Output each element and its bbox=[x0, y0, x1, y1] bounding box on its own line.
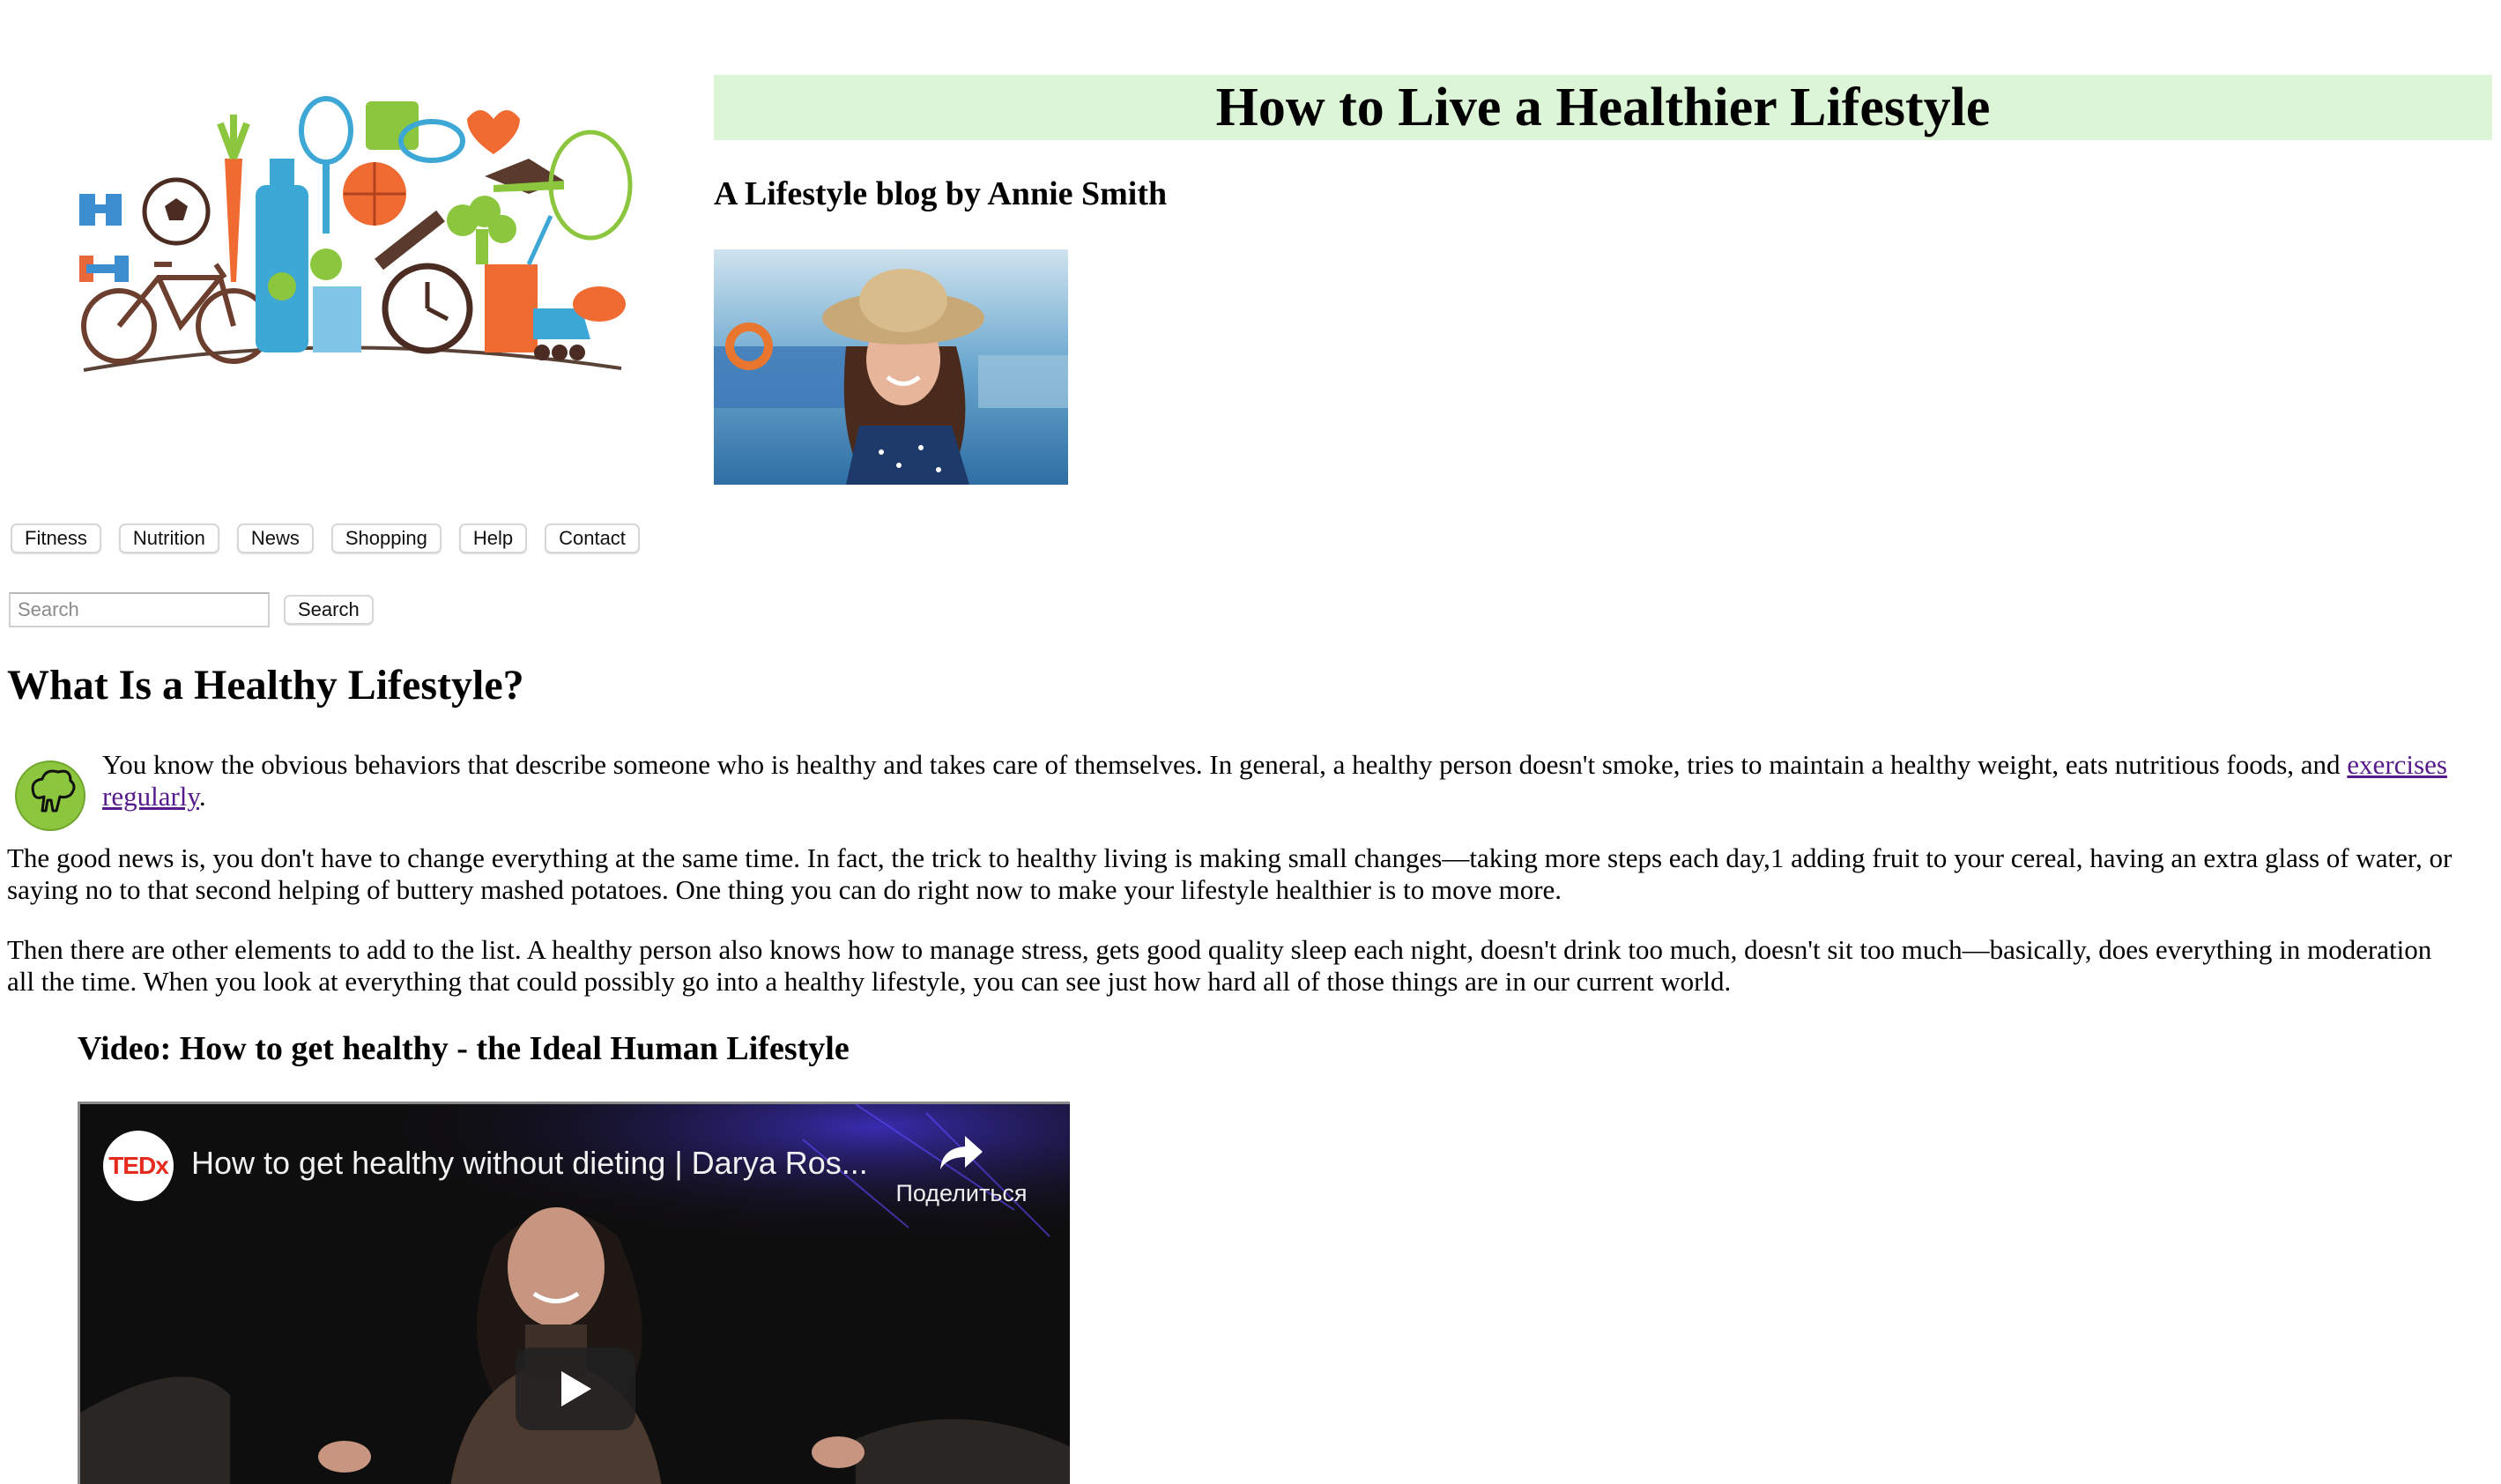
section-heading: What Is a Healthy Lifestyle? bbox=[7, 662, 524, 709]
nav-help-button[interactable]: Help bbox=[458, 523, 528, 553]
share-label: Поделиться bbox=[895, 1180, 1028, 1206]
tedx-channel-logo[interactable]: TEDx bbox=[103, 1131, 174, 1201]
intro-text: You know the obvious behaviors that desc… bbox=[102, 749, 2348, 780]
intro-paragraph-block: You know the obvious behaviors that desc… bbox=[7, 749, 2475, 832]
search-button[interactable]: Search bbox=[284, 595, 374, 625]
broccoli-icon bbox=[15, 761, 85, 831]
search-input[interactable] bbox=[9, 592, 270, 627]
nav-fitness-button[interactable]: Fitness bbox=[11, 523, 101, 553]
nav-nutrition-button[interactable]: Nutrition bbox=[118, 523, 219, 553]
page-title: How to Live a Healthier Lifestyle bbox=[1215, 77, 1991, 137]
video-caption[interactable]: How to get healthy without dieting | Dar… bbox=[191, 1145, 868, 1182]
nav-news-button[interactable]: News bbox=[236, 523, 314, 553]
share-icon bbox=[940, 1136, 983, 1169]
title-banner: How to Live a Healthier Lifestyle bbox=[714, 75, 2492, 140]
play-icon bbox=[561, 1371, 591, 1406]
intro-end: . bbox=[198, 781, 206, 812]
video-player[interactable]: TEDx How to get healthy without dieting … bbox=[78, 1102, 1070, 1484]
blog-byline: A Lifestyle blog by Annie Smith bbox=[714, 175, 1168, 212]
nav-shopping-button[interactable]: Shopping bbox=[330, 523, 442, 553]
intro-paragraph: You know the obvious behaviors that desc… bbox=[7, 749, 2475, 812]
nav-contact-button[interactable]: Contact bbox=[545, 523, 640, 553]
play-button[interactable] bbox=[516, 1347, 635, 1430]
body-paragraph-2: The good news is, you don't have to chan… bbox=[7, 842, 2453, 905]
author-photo bbox=[714, 249, 1068, 485]
share-button[interactable]: Поделиться bbox=[891, 1131, 1032, 1210]
body-paragraph-3: Then there are other elements to add to … bbox=[7, 934, 2432, 997]
page: How to Live a Healthier Lifestyle A Life… bbox=[0, 0, 2501, 1484]
video-heading: Video: How to get healthy - the Ideal Hu… bbox=[78, 1030, 850, 1067]
search-bar: Search bbox=[9, 592, 374, 627]
healthy-lifestyle-illustration bbox=[79, 96, 633, 372]
main-nav: Fitness Nutrition News Shopping Help Con… bbox=[11, 523, 640, 553]
